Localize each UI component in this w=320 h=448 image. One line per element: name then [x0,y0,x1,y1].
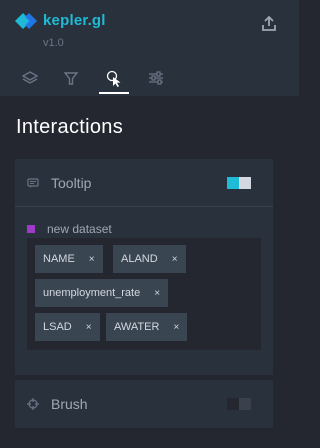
remove-field-button[interactable]: × [172,254,178,265]
tooltip-field-selector[interactable]: NAME × ALAND × unemployment_rate × LSAD … [27,238,261,350]
field-chip-unemployment-rate: unemployment_rate × [35,279,169,307]
kepler-logo-icon [15,12,37,29]
filter-icon [63,72,79,85]
layers-icon [22,71,38,84]
brush-label: Brush [51,396,88,412]
remove-field-button[interactable]: × [173,322,179,333]
field-chip-aland: ALAND × [113,245,186,273]
tooltip-toggle[interactable] [227,177,251,189]
side-panel-header: kepler.gl v1.0 [0,0,299,96]
brush-toggle[interactable] [227,398,251,410]
message-icon [27,178,39,188]
tab-filters[interactable] [57,66,85,90]
tab-layers[interactable] [16,66,44,90]
field-chip-name: NAME × [35,245,103,273]
toggle-knob [227,398,239,410]
remove-field-button[interactable]: × [86,322,92,333]
field-chip-label: unemployment_rate [43,287,141,299]
tooltip-dataset: new dataset [27,222,112,236]
tooltip-label: Tooltip [51,175,92,191]
field-chip-label: LSAD [43,321,72,333]
sliders-icon [149,71,163,85]
page-title: Interactions [16,116,123,138]
brush-panel: Brush [15,380,273,428]
tooltip-panel: Tooltip new dataset NAME × ALAND × unemp… [15,159,273,375]
dataset-color-swatch [27,225,35,233]
dataset-name: new dataset [47,222,112,236]
crosshair-icon [27,398,39,410]
field-chip-awater: AWATER × [106,313,188,341]
remove-field-button[interactable]: × [89,254,95,265]
remove-field-button[interactable]: × [154,288,160,299]
app-version: v1.0 [43,37,64,49]
panel-tabs [0,62,299,96]
field-chip-label: ALAND [121,253,158,265]
app-name: kepler.gl [43,12,106,29]
share-button[interactable] [259,14,279,34]
app-logo: kepler.gl [15,12,106,29]
brush-panel-header[interactable]: Brush [15,380,273,428]
tab-map-style[interactable] [142,66,170,90]
tab-interactions[interactable] [100,66,128,90]
active-tab-indicator [99,92,129,94]
field-chip-label: AWATER [114,321,160,333]
panel-divider [15,206,273,207]
share-icon [262,15,276,31]
tooltip-panel-header[interactable]: Tooltip [15,159,273,207]
toggle-knob [239,177,251,189]
field-chip-lsad: LSAD × [35,313,100,341]
field-chip-label: NAME [43,253,75,265]
cursor-click-icon [106,70,121,87]
